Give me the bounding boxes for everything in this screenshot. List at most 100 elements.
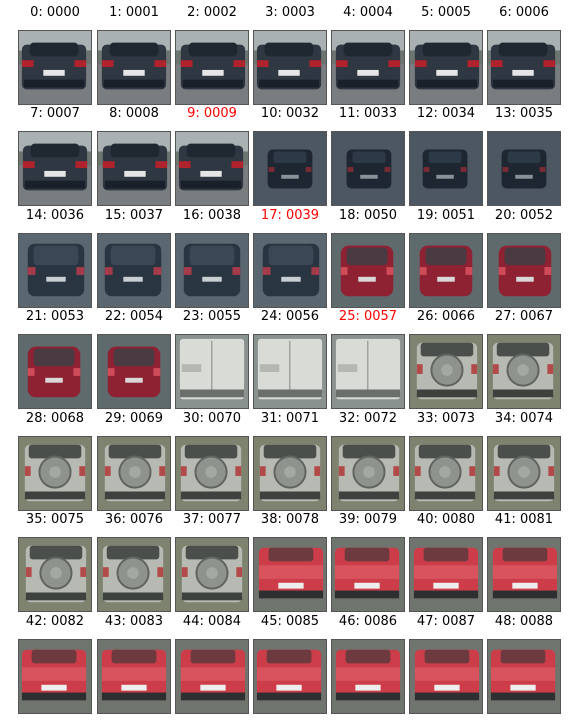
thumbnail-image [18,233,92,308]
thumbnail-label: 44: 0084 [182,614,242,629]
thumbnail-label: 30: 0070 [182,411,242,426]
vehicle-rear [176,335,248,408]
thumbnail-label: 46: 0086 [338,614,398,629]
thumbnail-image [331,233,405,308]
thumbnail-image [18,334,92,409]
thumbnail-cell: 8: 0008 [96,105,172,207]
thumbnail-label: 33: 0073 [416,411,476,426]
vehicle-rear [19,234,91,307]
vehicle-rear [488,132,560,205]
thumbnail-label: 6: 0006 [499,5,549,20]
thumbnail-image [409,30,483,105]
thumbnail-cell: 23: 0055 [174,308,250,410]
thumbnail-cell: 19: 0051 [408,207,484,309]
thumbnail-cell: 21: 0053 [17,308,93,410]
thumbnail-cell: 3: 0003 [252,4,328,106]
vehicle-rear [332,132,404,205]
thumbnail-label: 10: 0032 [260,106,320,121]
thumbnail-image [97,436,171,511]
vehicle-rear [332,234,404,307]
vehicle-rear [19,538,91,611]
thumbnail-cell: 5: 0005 [408,4,484,106]
vehicle-rear [254,640,326,713]
vehicle-rear [488,640,560,713]
thumbnail-cell: 13: 0035 [486,105,562,207]
thumbnail-label: 28: 0068 [25,411,85,426]
vehicle-rear [254,31,326,104]
thumbnail-label: 8: 0008 [109,106,159,121]
thumbnail-cell: 17: 0039 [252,207,328,309]
thumbnail-cell: 22: 0054 [96,308,172,410]
thumbnail-cell: 37: 0077 [174,511,250,613]
thumbnail-label-highlighted: 25: 0057 [338,309,398,324]
thumbnail-cell: 43: 0083 [96,613,172,715]
vehicle-rear [332,31,404,104]
thumbnail-image [175,131,249,206]
thumbnail-cell: 16: 0038 [174,207,250,309]
thumbnail-image [18,131,92,206]
thumbnail-image [253,131,327,206]
vehicle-rear [176,132,248,205]
vehicle-rear [19,132,91,205]
thumbnail-label: 3: 0003 [265,5,315,20]
thumbnail-image [331,131,405,206]
thumbnail-cell: 31: 0071 [252,410,328,512]
thumbnail-image [331,334,405,409]
thumbnail-cell: 0: 0000 [17,4,93,106]
thumbnail-image [97,131,171,206]
thumbnail-cell: 24: 0056 [252,308,328,410]
vehicle-rear [410,437,482,510]
thumbnail-cell: 26: 0066 [408,308,484,410]
thumbnail-label: 24: 0056 [260,309,320,324]
thumbnail-image [487,30,561,105]
vehicle-rear [98,31,170,104]
thumbnail-image [487,131,561,206]
vehicle-rear [98,538,170,611]
thumbnail-label: 47: 0087 [416,614,476,629]
thumbnail-image [487,537,561,612]
vehicle-rear [488,437,560,510]
vehicle-rear [254,234,326,307]
thumbnail-label: 32: 0072 [338,411,398,426]
thumbnail-label: 45: 0085 [260,614,320,629]
thumbnail-image [253,537,327,612]
thumbnail-cell: 28: 0068 [17,410,93,512]
thumbnail-label: 16: 0038 [182,208,242,223]
thumbnail-label: 35: 0075 [25,512,85,527]
vehicle-rear [488,538,560,611]
vehicle-rear [410,640,482,713]
thumbnail-image [331,639,405,714]
vehicle-rear [98,437,170,510]
thumbnail-image [175,537,249,612]
thumbnail-image [409,436,483,511]
vehicle-rear [176,640,248,713]
thumbnail-cell: 10: 0032 [252,105,328,207]
thumbnail-image [18,30,92,105]
thumbnail-image [18,436,92,511]
thumbnail-cell: 11: 0033 [330,105,406,207]
thumbnail-image [18,537,92,612]
thumbnail-image [487,639,561,714]
thumbnail-image [487,334,561,409]
vehicle-rear [332,437,404,510]
thumbnail-image [253,436,327,511]
thumbnail-label: 7: 0007 [30,106,80,121]
thumbnail-label: 12: 0034 [416,106,476,121]
thumbnail-label: 20: 0052 [494,208,554,223]
vehicle-rear [410,132,482,205]
thumbnail-image [175,639,249,714]
thumbnail-label: 39: 0079 [338,512,398,527]
thumbnail-image [409,233,483,308]
vehicle-rear [488,31,560,104]
thumbnail-cell: 27: 0067 [486,308,562,410]
vehicle-rear [19,640,91,713]
thumbnail-cell: 35: 0075 [17,511,93,613]
thumbnail-label: 41: 0081 [494,512,554,527]
thumbnail-label: 1: 0001 [109,5,159,20]
thumbnail-label: 37: 0077 [182,512,242,527]
thumbnail-label: 0: 0000 [30,5,80,20]
thumbnail-image [253,334,327,409]
thumbnail-label: 11: 0033 [338,106,398,121]
thumbnail-image [409,131,483,206]
thumbnail-image [97,334,171,409]
